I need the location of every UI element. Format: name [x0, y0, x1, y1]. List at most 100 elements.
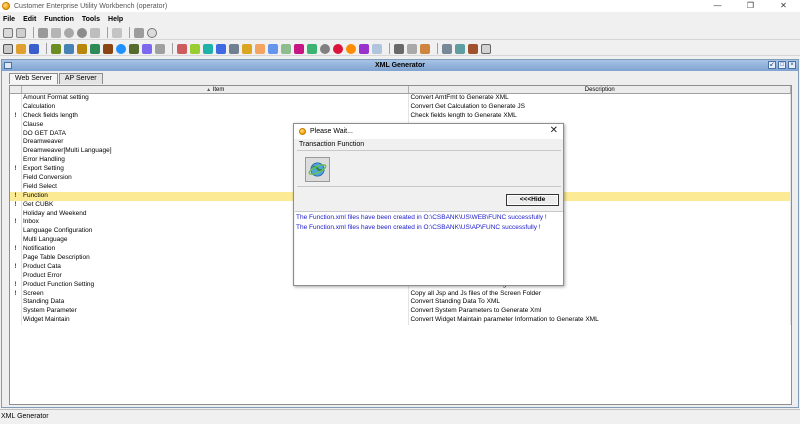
restore-button[interactable]: ❐ [734, 0, 767, 12]
palette-icon[interactable] [359, 43, 369, 54]
row-flag: ! [10, 191, 22, 201]
circle-icon[interactable] [320, 43, 330, 54]
minimize-button[interactable]: — [701, 0, 734, 12]
menu-tools[interactable]: Tools [82, 16, 100, 23]
hide-button[interactable]: <<<Hide [506, 194, 559, 206]
pointer-icon[interactable] [112, 27, 122, 38]
table-row[interactable]: Amount Format setting Convert AmtFmt to G… [10, 94, 791, 103]
brush-icon[interactable] [372, 43, 382, 54]
tab-web-server[interactable]: Web Server [9, 73, 58, 84]
code-icon[interactable] [242, 43, 252, 54]
table-row[interactable]: Widget Maintain Convert Widget Maintain p… [10, 316, 791, 326]
row-flag [10, 94, 22, 103]
tools-icon[interactable] [281, 43, 291, 54]
stop-icon[interactable] [134, 27, 144, 38]
close-button[interactable]: ✕ [767, 0, 800, 12]
printer-icon[interactable] [394, 43, 404, 54]
row-flag: ! [10, 165, 22, 175]
row-flag: ! [10, 111, 22, 121]
hand-icon[interactable] [294, 43, 304, 54]
menu-file[interactable]: File [3, 16, 15, 23]
frame-title: XML Generator [374, 62, 426, 69]
description-column-header[interactable]: Description [409, 86, 791, 93]
sort-ascending-icon: ▲ [206, 87, 212, 93]
dialog-app-icon [299, 128, 306, 135]
grid-icon[interactable] [442, 43, 452, 54]
row-item: Amount Format setting [22, 94, 410, 103]
row-flag [10, 254, 22, 263]
list-icon[interactable] [268, 43, 278, 54]
dialog-title-bar: Please Wait... ✕ [294, 124, 563, 139]
menu-function[interactable]: Function [44, 16, 74, 23]
internet-globe-icon [305, 157, 330, 182]
calendar-icon[interactable] [177, 43, 187, 54]
xml-icon[interactable] [420, 43, 430, 54]
organization-icon[interactable] [51, 43, 61, 54]
frame-close-icon[interactable]: × [788, 61, 796, 69]
frame-maximize-icon[interactable]: □ [778, 61, 786, 69]
network-icon[interactable] [216, 43, 226, 54]
copy-document-icon[interactable] [16, 27, 26, 38]
table-row[interactable]: System Parameter Convert System Parameter… [10, 307, 791, 317]
table-row[interactable]: Standing Data Convert Standing Data To XM… [10, 298, 791, 308]
chart-icon[interactable] [203, 43, 213, 54]
row-flag [10, 129, 22, 139]
table-row[interactable]: ! Check fields length Check fields length … [10, 111, 791, 121]
columns-icon[interactable] [468, 43, 478, 54]
log-line: The Function.xml files have been created… [296, 224, 541, 231]
pencil-icon[interactable] [103, 43, 113, 54]
photo-icon[interactable] [229, 43, 239, 54]
users-icon[interactable] [64, 43, 74, 54]
menu-edit[interactable]: Edit [23, 16, 36, 23]
row-description: Convert System Parameters to Generate Xm… [409, 307, 791, 317]
tag-icon[interactable] [77, 43, 87, 54]
row-flag [10, 147, 22, 157]
item-column-header[interactable]: ▲ Item [22, 86, 410, 93]
puzzle-icon[interactable] [307, 43, 317, 54]
file-icon[interactable] [481, 43, 491, 54]
row-item: Calculation [22, 102, 410, 112]
refresh-icon[interactable] [64, 27, 74, 38]
progress-log: The Function.xml files have been created… [295, 211, 563, 285]
frame-iconify-icon[interactable]: ↙ [768, 61, 776, 69]
row-flag [10, 102, 22, 112]
edit-icon[interactable] [51, 27, 61, 38]
document-icon[interactable] [3, 43, 13, 54]
globe-icon[interactable] [116, 43, 126, 54]
color-icon[interactable] [346, 43, 356, 54]
table-icon[interactable] [455, 43, 465, 54]
window-icon[interactable] [90, 27, 100, 38]
help-icon[interactable] [147, 27, 157, 38]
transaction-function-panel [297, 150, 561, 187]
row-flag: ! [10, 262, 22, 272]
table-row[interactable]: Calculation Convert Get Calculation to Ge… [10, 102, 791, 112]
folder-icon[interactable] [255, 43, 265, 54]
search-icon[interactable] [407, 43, 417, 54]
settings-icon[interactable] [16, 43, 26, 54]
target-icon[interactable] [333, 43, 343, 54]
layers-icon[interactable] [129, 43, 139, 54]
row-description: Convert Standing Data To XML [409, 298, 791, 308]
tab-ap-server[interactable]: AP Server [58, 73, 103, 84]
dialog-close-icon[interactable]: ✕ [550, 125, 558, 136]
row-flag: ! [10, 200, 22, 210]
menu-help[interactable]: Help [108, 16, 123, 23]
database-icon[interactable] [29, 43, 39, 54]
toolbar-separator [389, 43, 390, 54]
book-icon[interactable] [142, 43, 152, 54]
new-document-icon[interactable] [3, 27, 13, 38]
link-icon[interactable] [155, 43, 165, 54]
record-icon[interactable] [77, 27, 87, 38]
row-flag [10, 182, 22, 192]
row-item: System Parameter [22, 307, 410, 317]
report-icon[interactable] [190, 43, 200, 54]
save-icon[interactable] [38, 27, 48, 38]
row-description: Convert AmtFmt to Generate XML [409, 94, 791, 103]
toolbar-separator [46, 43, 47, 54]
row-item: Screen [22, 289, 410, 299]
app-icon [2, 2, 10, 10]
row-flag: ! [10, 289, 22, 299]
flag-column-header[interactable] [10, 86, 22, 93]
table-row[interactable]: ! Screen Copy all Jsp and Js files of the … [10, 289, 791, 299]
cube-icon[interactable] [90, 43, 100, 54]
